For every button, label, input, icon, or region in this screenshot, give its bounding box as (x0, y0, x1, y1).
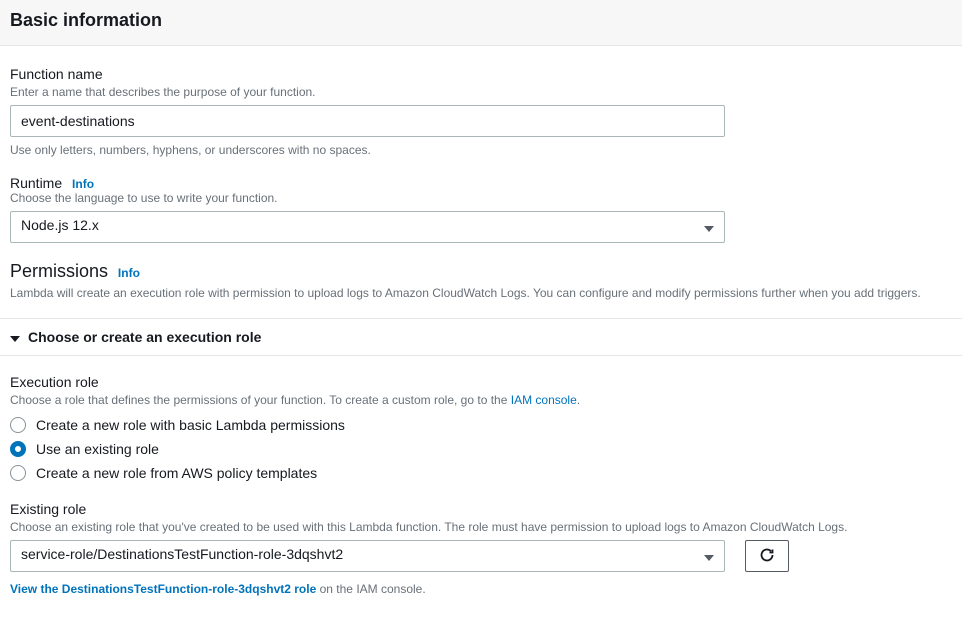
permissions-heading-row: Permissions Info (10, 261, 952, 282)
refresh-icon (759, 547, 775, 566)
permissions-description: Lambda will create an execution role wit… (10, 286, 952, 300)
execution-role-desc-suffix: . (577, 393, 580, 407)
function-name-description: Enter a name that describes the purpose … (10, 85, 952, 99)
function-name-block: Function name Enter a name that describe… (10, 66, 952, 157)
execution-role-label: Execution role (10, 374, 952, 390)
function-name-hint: Use only letters, numbers, hyphens, or u… (10, 143, 952, 157)
radio-label-1: Use an existing role (36, 441, 159, 457)
refresh-button[interactable] (745, 540, 789, 572)
radio-create-from-templates[interactable]: Create a new role from AWS policy templa… (10, 461, 952, 485)
runtime-label: Runtime (10, 175, 62, 191)
execution-role-expander[interactable]: Choose or create an execution role (0, 318, 962, 356)
form-content: Function name Enter a name that describe… (0, 46, 962, 624)
execution-role-radio-group: Create a new role with basic Lambda perm… (10, 413, 952, 485)
radio-use-existing[interactable]: Use an existing role (10, 437, 952, 461)
radio-icon (10, 417, 26, 433)
iam-console-link[interactable]: IAM console (511, 393, 577, 407)
function-name-label: Function name (10, 66, 952, 82)
existing-role-select[interactable]: service-role/DestinationsTestFunction-ro… (10, 540, 725, 572)
existing-role-label: Existing role (10, 501, 952, 517)
runtime-info-link[interactable]: Info (72, 177, 94, 191)
runtime-label-row: Runtime Info (10, 175, 952, 191)
permissions-heading: Permissions (10, 261, 108, 282)
view-role-suffix: on the IAM console. (316, 582, 425, 596)
existing-role-select-wrap: service-role/DestinationsTestFunction-ro… (10, 540, 725, 572)
runtime-block: Runtime Info Choose the language to use … (10, 175, 952, 243)
runtime-select[interactable]: Node.js 12.x (10, 211, 725, 243)
radio-icon (10, 465, 26, 481)
runtime-select-wrap: Node.js 12.x (10, 211, 725, 243)
runtime-description: Choose the language to use to write your… (10, 191, 952, 205)
function-name-input[interactable] (10, 105, 725, 137)
permissions-info-link[interactable]: Info (118, 266, 140, 280)
execution-role-expand-title: Choose or create an execution role (28, 329, 261, 345)
existing-role-description: Choose an existing role that you've crea… (10, 520, 952, 534)
view-role-row: View the DestinationsTestFunction-role-3… (10, 582, 952, 596)
existing-role-row: service-role/DestinationsTestFunction-ro… (10, 540, 952, 572)
radio-label-2: Create a new role from AWS policy templa… (36, 465, 317, 481)
permissions-block: Permissions Info Lambda will create an e… (10, 261, 952, 596)
execution-role-description: Choose a role that defines the permissio… (10, 393, 952, 407)
execution-role-desc-prefix: Choose a role that defines the permissio… (10, 393, 511, 407)
radio-label-0: Create a new role with basic Lambda perm… (36, 417, 345, 433)
page-title: Basic information (10, 10, 952, 31)
basic-info-header: Basic information (0, 0, 962, 46)
view-role-link[interactable]: View the DestinationsTestFunction-role-3… (10, 582, 316, 596)
radio-create-new-basic[interactable]: Create a new role with basic Lambda perm… (10, 413, 952, 437)
caret-down-icon (10, 329, 20, 345)
radio-icon (10, 441, 26, 457)
